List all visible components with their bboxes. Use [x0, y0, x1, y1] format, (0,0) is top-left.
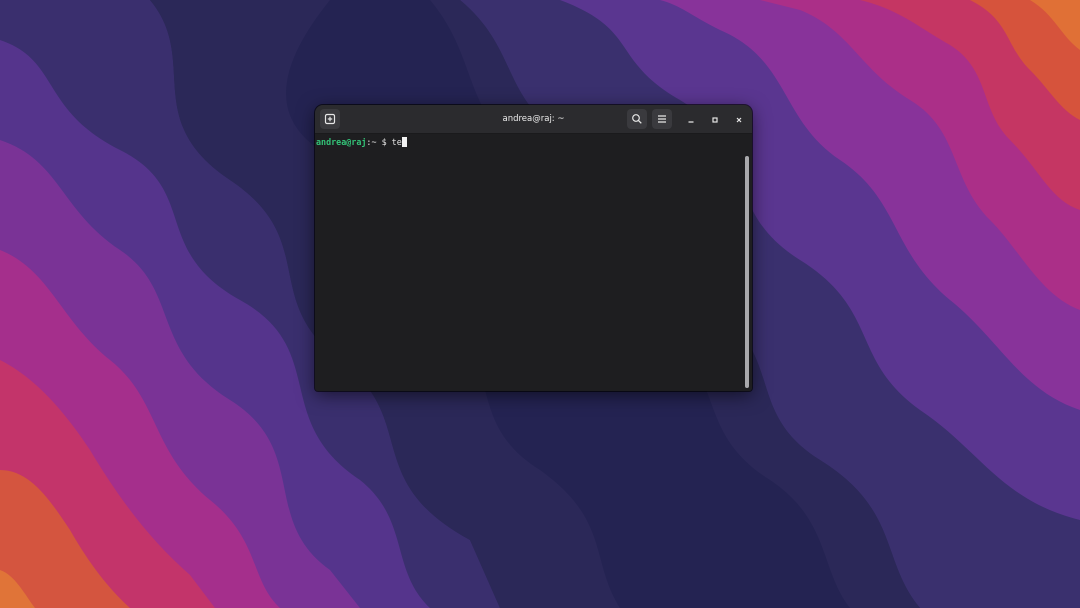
- desktop-background: andrea@raj: ~ andrea@raj:~ $ te: [0, 0, 1080, 608]
- close-button[interactable]: [729, 109, 749, 129]
- terminal-titlebar[interactable]: andrea@raj: ~: [315, 105, 752, 134]
- prompt-user-host: andrea@raj: [316, 137, 367, 147]
- close-icon: [734, 110, 744, 129]
- scrollbar[interactable]: [743, 134, 752, 391]
- search-button[interactable]: [627, 109, 647, 129]
- prompt-symbol: $: [381, 137, 387, 147]
- search-icon: [631, 110, 643, 129]
- command-input-text[interactable]: te: [392, 137, 402, 147]
- terminal-window[interactable]: andrea@raj: ~ andrea@raj:~ $ te: [315, 105, 752, 391]
- minimize-button[interactable]: [681, 109, 701, 129]
- scrollbar-thumb[interactable]: [745, 156, 749, 388]
- prompt-path: :~: [366, 137, 377, 147]
- text-cursor: [401, 137, 407, 147]
- command-prompt-line[interactable]: andrea@raj:~ $ te: [316, 136, 407, 148]
- maximize-button[interactable]: [705, 109, 725, 129]
- menu-button[interactable]: [652, 109, 672, 129]
- maximize-icon: [710, 110, 720, 129]
- hamburger-menu-icon: [656, 110, 668, 129]
- new-tab-button[interactable]: [320, 109, 340, 129]
- terminal-output-area[interactable]: andrea@raj:~ $ te: [315, 134, 752, 391]
- new-tab-icon: [324, 110, 336, 129]
- minimize-icon: [686, 110, 696, 129]
